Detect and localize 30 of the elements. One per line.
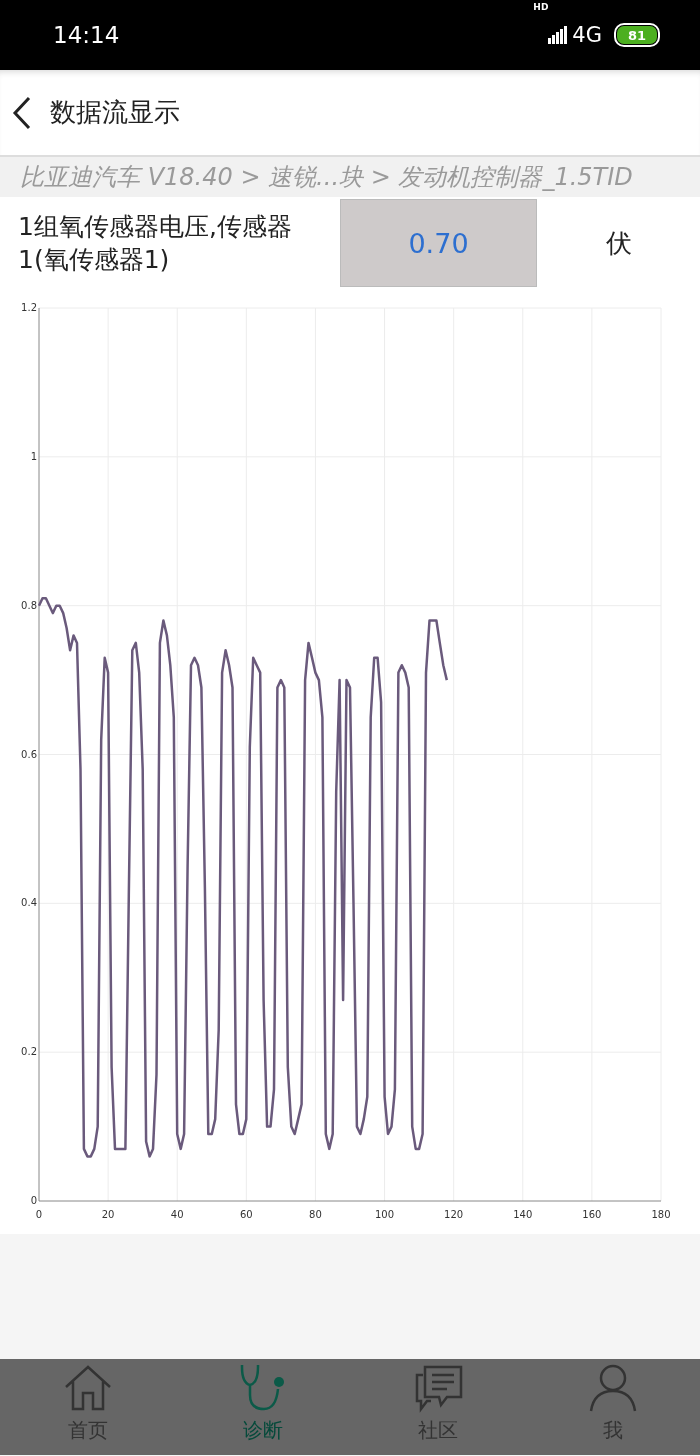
x-tick-label: 160 [582, 1209, 602, 1220]
y-tick-label: 1 [30, 450, 37, 462]
page-title: 数据流显示 [50, 96, 180, 129]
x-tick-label: 60 [239, 1209, 253, 1220]
signal-icon [548, 26, 569, 44]
x-tick-label: 20 [101, 1209, 115, 1220]
x-tick-label: 100 [375, 1209, 395, 1220]
y-tick-label: 0.2 [21, 1046, 37, 1058]
y-tick-label: 0.4 [21, 897, 37, 909]
x-tick-label: 120 [444, 1209, 464, 1220]
hd-label: HD [533, 2, 549, 12]
parameter-name: 1组氧传感器电压,传感器1(氧传感器1) [17, 211, 293, 276]
breadcrumb: 比亚迪汽车 V18.40 > 速锐...块 > 发动机控制器_1.5TID [0, 155, 700, 197]
person-icon [587, 1363, 638, 1413]
y-tick-label: 0 [30, 1195, 37, 1206]
x-tick-label: 180 [651, 1209, 671, 1220]
network-label: 4G [572, 23, 602, 47]
x-tick-label: 140 [513, 1209, 533, 1220]
x-tick-label: 0 [35, 1209, 43, 1220]
y-tick-label: 0.8 [21, 599, 37, 611]
clock: 14:14 [53, 22, 121, 48]
parameter-value: 0.70 [340, 199, 537, 287]
battery-icon: 81 [614, 23, 660, 47]
nav-tab[interactable]: 诊断 [175, 1359, 350, 1455]
y-tick-label: 1.2 [21, 302, 37, 313]
y-tick-label: 0.6 [21, 748, 37, 760]
back-icon[interactable] [12, 95, 32, 130]
unit-label: 伏 [604, 226, 633, 260]
x-tick-label: 80 [309, 1209, 322, 1220]
x-tick-label: 40 [170, 1209, 184, 1220]
